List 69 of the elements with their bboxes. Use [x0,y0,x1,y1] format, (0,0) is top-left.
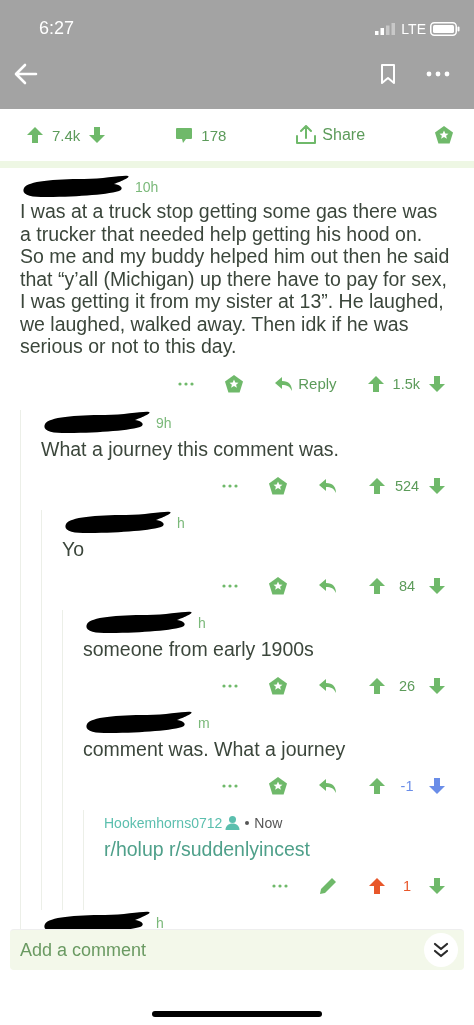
comment-time: h [156,914,164,929]
pencil-icon[interactable] [318,875,338,896]
comment-time: 9h [156,414,172,431]
comment-text: I was at a truck stop getting some gas there was a trucker that needed help getting his hood on. So me and my buddy helped him out then he said that “y’all (Michigan) up there have to pay for sex, I was getting it from my sister at 13”. He laughed, we laughed, walked away. Then idk if he was serious or not to this day. [20,200,451,358]
comment-text: What a journey this comment was. [41,436,341,462]
more-icon[interactable] [222,783,238,788]
network-label: LTE [401,20,426,37]
downvote-icon[interactable] [428,576,446,595]
upvote-icon[interactable] [368,876,386,895]
star-badge-icon[interactable] [224,373,245,394]
downvote-icon[interactable] [428,876,446,895]
downvote-icon[interactable] [428,374,446,393]
reply-icon[interactable] [318,477,338,494]
reply-icon [274,375,295,392]
reply-button[interactable]: Reply [274,375,337,392]
more-icon[interactable] [222,583,238,588]
comment-text: someone from early 1900s [83,636,315,662]
comment-score: -1 [399,777,415,794]
reply-icon[interactable] [318,777,338,794]
comment-text: r/holup r/suddenlyincest [104,836,311,862]
share-icon [295,125,318,145]
comment-time: m [198,714,210,731]
comment-icon[interactable] [175,126,194,144]
separator-dot-icon [245,820,250,825]
user-icon [225,815,241,830]
author-name[interactable]: Hookemhorns0712 [104,814,223,831]
comment-score: 1 [401,877,413,894]
bookmark-icon[interactable] [380,63,396,85]
more-icon[interactable] [426,71,450,77]
comment-score: 524 [394,477,420,494]
downvote-icon[interactable] [428,476,446,495]
more-icon[interactable] [272,883,288,888]
comment-score: 1.5k [392,375,420,392]
comment-count: 178 [201,126,227,144]
collapse-button[interactable] [424,933,458,967]
signal-icon [375,22,398,35]
share-button[interactable]: Share [295,125,366,145]
upvote-icon[interactable] [368,776,386,795]
comment-time: 10h [135,179,159,195]
upvote-icon[interactable] [368,476,386,495]
upvote-icon[interactable] [368,676,386,695]
status-time: 6:27 [39,18,75,39]
star-badge-icon[interactable] [268,675,288,696]
more-icon[interactable] [178,381,195,386]
comment-text: Yo [62,536,86,562]
comment-time: h [177,514,185,531]
downvote-icon[interactable] [428,776,446,795]
upvote-icon[interactable] [368,576,386,595]
upvote-icon[interactable] [366,374,385,393]
back-arrow-icon[interactable] [14,63,38,85]
star-badge-icon[interactable] [268,575,288,596]
downvote-icon[interactable] [88,126,107,144]
comment-score: 84 [397,577,417,594]
reply-icon[interactable] [318,577,338,594]
post-score: 7.4k [52,126,81,144]
more-icon[interactable] [222,483,238,488]
battery-icon [430,21,460,36]
star-badge-icon[interactable] [434,125,454,145]
star-badge-icon[interactable] [268,775,288,796]
upvote-icon[interactable] [26,126,44,144]
reply-icon[interactable] [318,677,338,694]
chevrons-down-icon [432,941,450,959]
comment-time: h [198,614,206,631]
downvote-icon[interactable] [428,676,446,695]
comment-score: 26 [397,677,417,694]
more-icon[interactable] [222,683,238,688]
star-badge-icon[interactable] [268,475,288,496]
comment-text: comment was. What a journey [83,736,347,762]
comment-time: Now [254,814,283,831]
